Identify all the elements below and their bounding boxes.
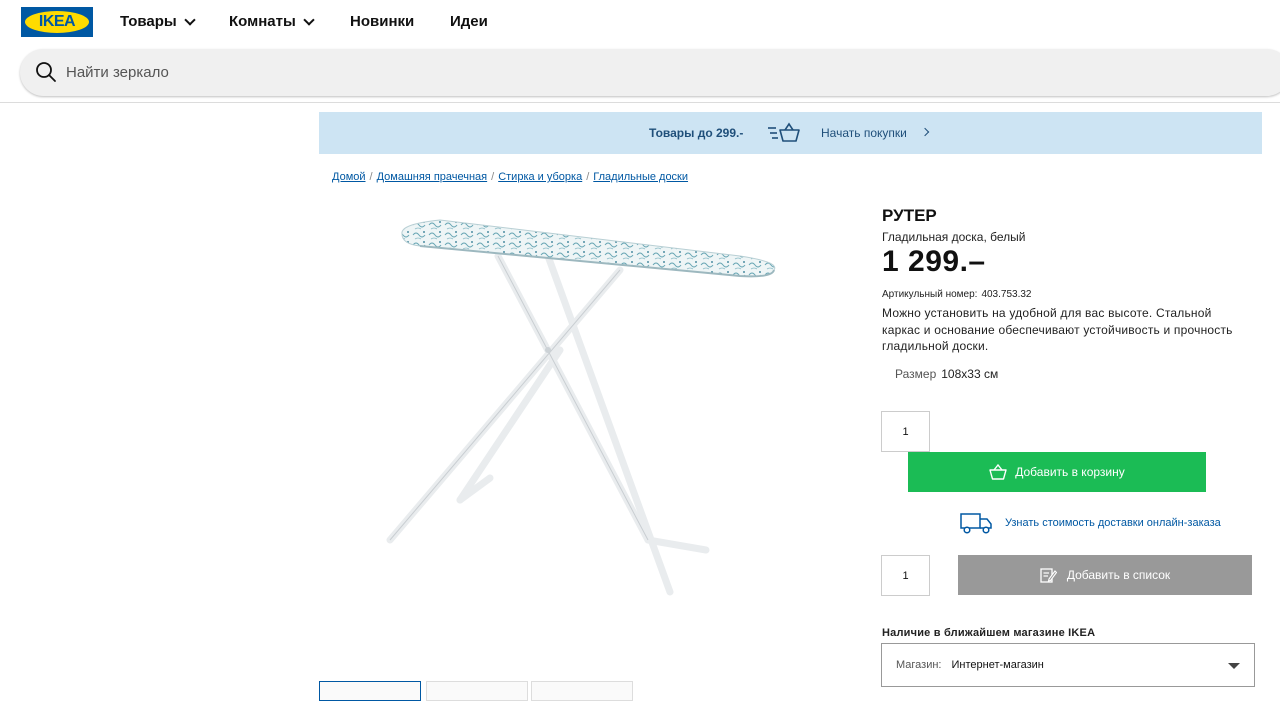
add-to-list-label: Добавить в список (1066, 568, 1171, 582)
article-number: Артикульный номер: 403.753.32 (882, 289, 1032, 300)
product-name: РУТЕР (882, 206, 937, 225)
search-bar (20, 49, 1280, 96)
chevron-down-icon (184, 13, 196, 26)
breadcrumb: Домой / Домашняя прачечная / Стирка и уб… (332, 171, 688, 183)
size-value: 108x33 см (941, 367, 999, 381)
product-size: Размер 108x33 см (895, 367, 998, 381)
product-description: Гладильная доска, белый (882, 230, 1026, 244)
promo-link[interactable]: Начать покупки (821, 126, 907, 140)
basket-icon (989, 464, 1007, 480)
product-image[interactable] (380, 210, 790, 605)
basket-icon (768, 122, 800, 142)
store-select-label: Магазин: (896, 659, 942, 671)
search-input[interactable] (66, 49, 1166, 96)
cart-quantity-input[interactable] (881, 411, 930, 452)
breadcrumb-item-washing[interactable]: Стирка и уборка (498, 171, 582, 183)
nav-item-new[interactable]: Новинки (350, 13, 414, 30)
promo-banner[interactable]: Товары до 299.- Начать покупки (319, 112, 1262, 154)
nav-label: Комнаты (229, 13, 296, 30)
article-value: 403.753.32 (981, 289, 1032, 300)
top-navigation: IKEA Товары Комнаты Новинки Идеи (0, 0, 1280, 46)
breadcrumb-separator: / (586, 171, 590, 183)
store-select[interactable]: Магазин: Интернет-магазин (881, 643, 1255, 687)
caret-down-icon (1228, 663, 1240, 669)
logo-text: IKEA (38, 13, 76, 30)
breadcrumb-item-home[interactable]: Домой (332, 171, 366, 183)
article-label: Артикульный номер: (882, 289, 978, 300)
breadcrumb-item-ironing-boards[interactable]: Гладильные доски (593, 171, 688, 183)
truck-icon (960, 513, 992, 534)
nav-label: Товары (120, 13, 177, 30)
thumbnail-3[interactable] (531, 681, 633, 701)
search-icon[interactable] (35, 61, 57, 83)
thumbnail-1[interactable] (319, 681, 421, 701)
breadcrumb-separator: / (491, 171, 495, 183)
nav-item-ideas[interactable]: Идеи (450, 13, 488, 30)
add-to-cart-button[interactable]: Добавить в корзину (908, 452, 1206, 492)
store-select-value: Интернет-магазин (951, 659, 1044, 671)
ikea-logo[interactable]: IKEA (21, 7, 93, 37)
nav-label: Идеи (450, 13, 488, 30)
add-to-list-button[interactable]: Добавить в список (958, 555, 1252, 595)
thumbnail-2[interactable] (426, 681, 528, 701)
list-edit-icon (1040, 568, 1057, 583)
list-quantity-input[interactable] (881, 555, 930, 596)
size-label: Размер (895, 367, 937, 381)
delivery-link-text: Узнать стоимость доставки онлайн-заказа (1005, 517, 1221, 529)
breadcrumb-separator: / (369, 171, 373, 183)
nav-label: Новинки (350, 13, 415, 30)
header-divider (0, 102, 1280, 103)
breadcrumb-item-laundry[interactable]: Домашняя прачечная (377, 171, 488, 183)
product-summary: Можно установить на удобной для вас высо… (882, 306, 1233, 353)
add-to-cart-label: Добавить в корзину (1015, 465, 1125, 479)
nav-item-rooms[interactable]: Комнаты (229, 13, 315, 30)
store-availability-title: Наличие в ближайшем магазине IKEA (882, 627, 1096, 639)
chevron-right-icon (920, 127, 930, 137)
promo-text: Товары до 299.- (649, 126, 744, 140)
product-price: 1 299.– (882, 245, 986, 278)
delivery-cost-link[interactable]: Узнать стоимость доставки онлайн-заказа (960, 512, 1221, 534)
nav-item-products[interactable]: Товары (120, 13, 196, 30)
chevron-down-icon (303, 13, 315, 26)
